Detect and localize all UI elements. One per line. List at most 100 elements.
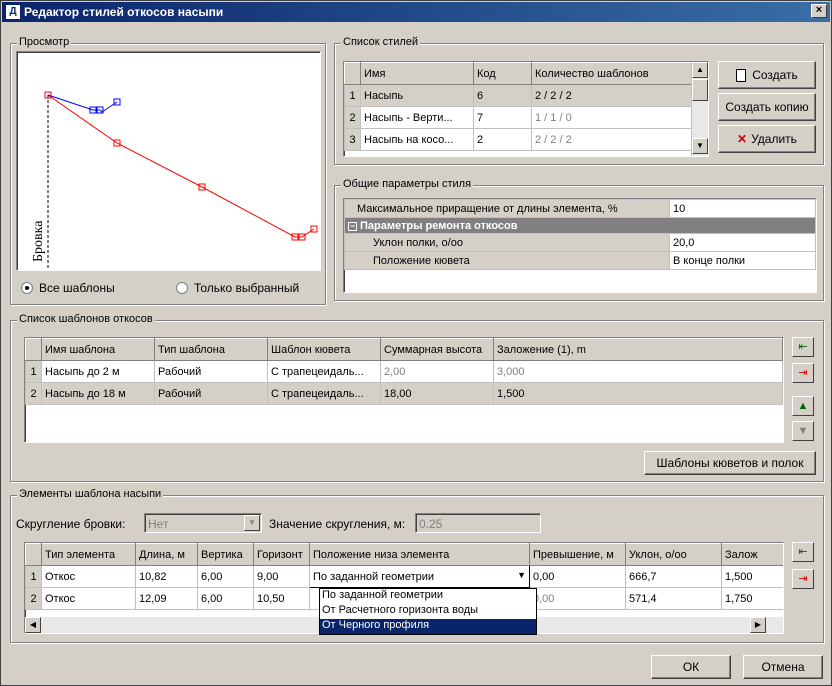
col-header-name[interactable]: Имя (360, 62, 474, 85)
scroll-down-icon[interactable]: ▼ (692, 138, 708, 154)
insert-row-icon[interactable]: ⇤ (792, 337, 814, 357)
styles-grid[interactable]: Имя Код Количество шаблонов 1 Насыпь 6 2… (343, 61, 709, 157)
cell-length[interactable]: 10,82 (135, 565, 198, 588)
col-header-template-type[interactable]: Тип шаблона (154, 338, 268, 361)
scroll-right-icon[interactable]: ▶ (750, 617, 766, 633)
cell-count[interactable]: 2 / 2 / 2 (531, 84, 692, 107)
param-row[interactable]: Уклон полки, о/оо 20,0 (344, 233, 816, 252)
cell-vertical[interactable]: 6,00 (197, 565, 254, 588)
radio-all-templates[interactable]: Все шаблоны (21, 281, 115, 295)
copy-style-button[interactable]: Создать копию (718, 93, 816, 121)
cell-lay[interactable]: 1,500 (493, 382, 783, 405)
cell-name[interactable]: Насыпь - Верти... (360, 106, 474, 129)
col-header-slope[interactable]: Уклон, о/оо (625, 543, 722, 566)
param-value[interactable]: В конце полки (669, 251, 816, 270)
col-header-bottom-position[interactable]: Положение низа элемента (309, 543, 530, 566)
param-section-header[interactable]: − Параметры ремонта откосов (344, 217, 816, 234)
create-style-button[interactable]: Создать (718, 61, 816, 89)
table-row[interactable]: 1 Насыпь до 2 м Рабочий С трапецеидаль..… (25, 360, 783, 383)
scroll-left-icon[interactable]: ◀ (25, 617, 41, 633)
cell-bottom-position-combo[interactable]: По заданной геометрии ▼ (309, 565, 530, 588)
cell-lay[interactable]: 1,750 (721, 587, 783, 610)
radio-all-dot[interactable] (21, 282, 33, 294)
cell-height[interactable]: 18,00 (380, 382, 494, 405)
cell-length[interactable]: 12,09 (135, 587, 198, 610)
radio-selected-dot[interactable] (176, 282, 188, 294)
param-row[interactable]: Положение кювета В конце полки (344, 251, 816, 270)
col-header-lay[interactable]: Залож (721, 543, 783, 566)
cell-code[interactable]: 7 (473, 106, 532, 129)
param-section-row[interactable]: − Параметры ремонта откосов (344, 217, 816, 234)
radio-only-selected[interactable]: Только выбранный (176, 281, 299, 295)
cell-template-type[interactable]: Рабочий (154, 360, 268, 383)
dropdown-option[interactable]: По заданной геометрии (320, 589, 536, 604)
col-header-template-name[interactable]: Имя шаблона (41, 338, 155, 361)
dropdown-option[interactable]: От Расчетного горизонта воды (320, 604, 536, 619)
cell-slope[interactable]: 666,7 (625, 565, 722, 588)
col-header-height[interactable]: Суммарная высота (380, 338, 494, 361)
table-row[interactable]: 1 Откос 10,82 6,00 9,00 По заданной геом… (25, 565, 783, 588)
close-button[interactable]: × (811, 4, 827, 18)
cell-name[interactable]: Насыпь на косо... (360, 128, 474, 151)
cell-template-type[interactable]: Рабочий (154, 382, 268, 405)
dropdown-option-selected[interactable]: От Черного профиля (320, 619, 536, 634)
rounding-select[interactable]: Нет ▼ (144, 513, 262, 533)
table-row[interactable]: 2 Насыпь до 18 м Рабочий С трапецеидаль.… (25, 382, 783, 405)
cell-template-name[interactable]: Насыпь до 2 м (41, 360, 155, 383)
param-value[interactable]: 20,0 (669, 233, 816, 252)
cell-slope[interactable]: 571,4 (625, 587, 722, 610)
col-header-element-type[interactable]: Тип элемента (41, 543, 136, 566)
col-header-lay[interactable]: Заложение (1), m (493, 338, 783, 361)
move-up-icon[interactable]: ▲ (792, 396, 814, 416)
col-header-code[interactable]: Код (473, 62, 532, 85)
table-row[interactable]: 2 Насыпь - Верти... 7 1 / 1 / 0 (344, 106, 692, 129)
cell-horizontal[interactable]: 9,00 (253, 565, 310, 588)
move-down-icon[interactable]: ▼ (792, 421, 814, 441)
delete-style-button[interactable]: ✕ Удалить (718, 125, 816, 153)
col-header-horizontal[interactable]: Горизонт (253, 543, 310, 566)
col-header-ditch[interactable]: Шаблон кювета (267, 338, 381, 361)
scroll-up-icon[interactable]: ▲ (692, 62, 708, 78)
remove-element-icon[interactable]: ⇥ (792, 569, 814, 589)
position-dropdown-list[interactable]: По заданной геометрии От Расчетного гори… (319, 588, 537, 635)
styles-scrollbar[interactable]: ▲ ▼ (691, 62, 708, 156)
cell-vertical[interactable]: 6,00 (197, 587, 254, 610)
cell-code[interactable]: 6 (473, 84, 532, 107)
cell-code[interactable]: 2 (473, 128, 532, 151)
scroll-thumb[interactable] (692, 79, 708, 101)
param-value[interactable]: 10 (669, 199, 816, 218)
table-row[interactable]: 3 Насыпь на косо... 2 2 / 2 / 2 (344, 128, 692, 151)
cell-ditch[interactable]: С трапецеидаль... (267, 382, 381, 405)
col-header-vertical[interactable]: Вертика (197, 543, 254, 566)
cell-count[interactable]: 1 / 1 / 0 (531, 106, 692, 129)
templates-grid[interactable]: Имя шаблона Тип шаблона Шаблон кювета Су… (24, 337, 784, 443)
cell-lay[interactable]: 1,500 (721, 565, 783, 588)
cell-height[interactable]: 2,00 (380, 360, 494, 383)
cell-count[interactable]: 2 / 2 / 2 (531, 128, 692, 151)
param-row[interactable]: Максимальное приращение от длины элемент… (344, 199, 816, 218)
title-bar[interactable]: Д Редактор стилей откосов насыпи × (2, 2, 830, 22)
ditch-templates-button[interactable]: Шаблоны кюветов и полок (644, 451, 816, 475)
insert-element-icon[interactable]: ⇤ (792, 542, 814, 562)
cell-name[interactable]: Насыпь (360, 84, 474, 107)
cell-element-type[interactable]: Откос (41, 587, 136, 610)
remove-row-icon[interactable]: ⇥ (792, 363, 814, 383)
table-row[interactable]: 1 Насыпь 6 2 / 2 / 2 (344, 84, 692, 107)
col-header-length[interactable]: Длина, м (135, 543, 198, 566)
cell-excess[interactable]: 0,00 (529, 587, 626, 610)
rounding-amount-field[interactable]: 0.25 (415, 513, 541, 533)
cell-excess[interactable]: 0,00 (529, 565, 626, 588)
cell-horizontal[interactable]: 10,50 (253, 587, 310, 610)
cell-lay[interactable]: 3,000 (493, 360, 783, 383)
params-grid[interactable]: Максимальное приращение от длины элемент… (343, 198, 817, 293)
chevron-down-icon[interactable]: ▼ (517, 570, 526, 580)
cell-element-type[interactable]: Откос (41, 565, 136, 588)
col-header-excess[interactable]: Превышение, м (529, 543, 626, 566)
col-header-count[interactable]: Количество шаблонов (531, 62, 692, 85)
cell-ditch[interactable]: С трапецеидаль... (267, 360, 381, 383)
chevron-down-icon[interactable]: ▼ (244, 515, 260, 531)
cell-template-name[interactable]: Насыпь до 18 м (41, 382, 155, 405)
ok-button[interactable]: ОК (651, 655, 731, 679)
cancel-button[interactable]: Отмена (743, 655, 823, 679)
collapse-icon[interactable]: − (348, 221, 357, 231)
